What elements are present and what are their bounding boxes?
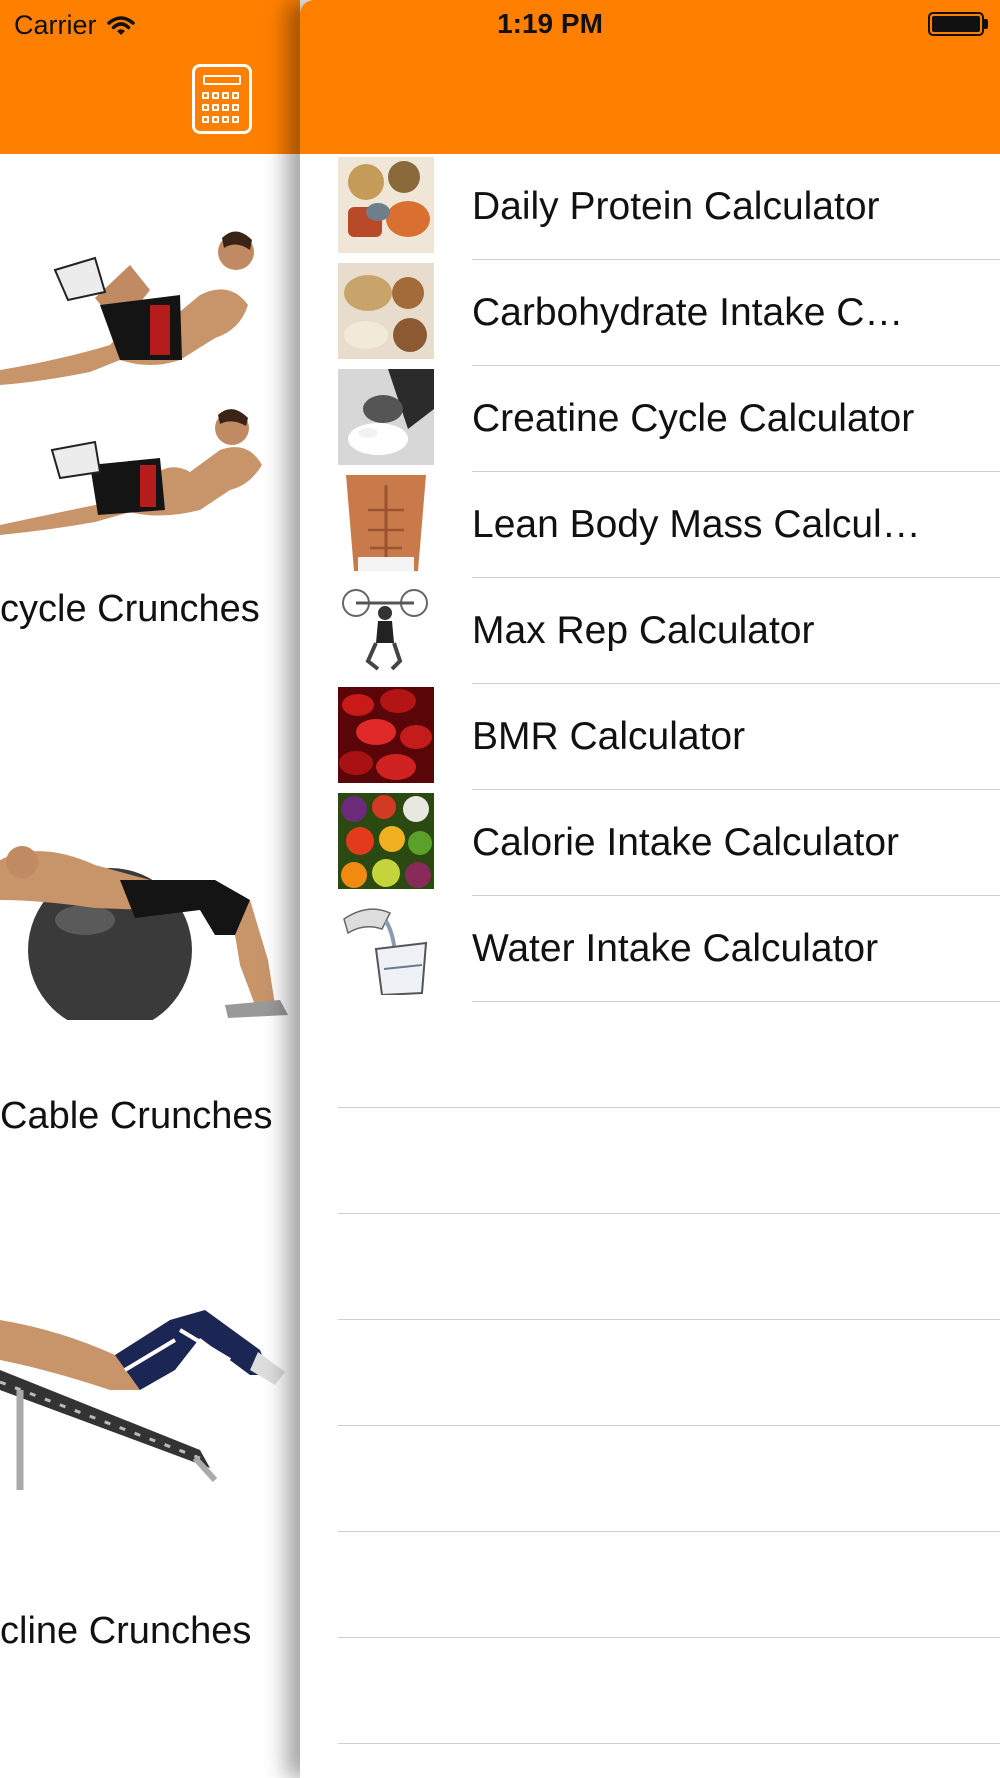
carrier-label: Carrier (14, 10, 97, 40)
calculator-row-max-rep[interactable]: Max Rep Calculator (300, 578, 1000, 684)
abs-torso-photo (338, 475, 434, 571)
calculator-menu-panel: 1:19 PM Daily Protein Calculator Carbohy… (300, 0, 1000, 1778)
status-time: 1:19 PM (497, 8, 603, 39)
calculator-key (202, 116, 209, 123)
left-nav-bar: Carrier (0, 0, 300, 154)
calculator-label: Max Rep Calculator (472, 609, 815, 652)
fruits-vegetables-photo (338, 793, 434, 889)
calculator-label: BMR Calculator (472, 715, 746, 758)
exercise-label: Cable Crunches (0, 1095, 273, 1137)
wifi-icon (106, 15, 135, 35)
calculator-key (212, 116, 219, 123)
row-separator (472, 1001, 1000, 1002)
empty-row-separator (338, 1319, 1000, 1320)
calculator-icon[interactable] (192, 64, 252, 134)
exercise-item-bicycle-crunches[interactable]: cycle Crunches (0, 210, 300, 640)
calculator-label: Carbohydrate Intake C… (472, 291, 904, 334)
creatine-scoop-photo (338, 369, 434, 465)
right-nav-bar: 1:19 PM (300, 0, 1000, 154)
calculator-row-daily-protein[interactable]: Daily Protein Calculator (300, 154, 1000, 260)
empty-row-separator (338, 1107, 1000, 1108)
calculator-label: Calorie Intake Calculator (472, 821, 900, 864)
exercise-item-incline-crunches[interactable]: cline Crunches (0, 1300, 300, 1660)
empty-row-separator (338, 1425, 1000, 1426)
row-separator (472, 895, 1000, 896)
ball-crunch-photo (0, 846, 288, 1020)
empty-row-separator (338, 1531, 1000, 1532)
empty-row-separator (338, 1213, 1000, 1214)
calculator-key (202, 104, 209, 111)
calculator-label: Creatine Cycle Calculator (472, 397, 915, 440)
row-separator (472, 471, 1000, 472)
calculator-key (232, 92, 239, 99)
calculator-row-water-intake[interactable]: Water Intake Calculator (300, 896, 1000, 1002)
calculator-key (232, 116, 239, 123)
battery-icon (928, 12, 984, 36)
squat-lifter-illustration (338, 581, 434, 677)
carrier-status: Carrier (14, 10, 135, 41)
calculator-row-calorie-intake[interactable]: Calorie Intake Calculator (300, 790, 1000, 896)
calculator-key (222, 104, 229, 111)
battery-tip (984, 19, 988, 29)
water-glass-illustration (338, 899, 434, 995)
calculator-key (212, 92, 219, 99)
calculator-row-carbohydrate-intake[interactable]: Carbohydrate Intake C… (300, 260, 1000, 366)
blood-cells-photo (338, 687, 434, 783)
exercise-label: cline Crunches (0, 1610, 252, 1652)
calculator-label: Lean Body Mass Calcul… (472, 503, 921, 546)
empty-row-separator (338, 1743, 1000, 1744)
row-separator (472, 365, 1000, 366)
protein-food-photo (338, 157, 434, 253)
calculator-row-creatine-cycle[interactable]: Creatine Cycle Calculator (300, 366, 1000, 472)
calculator-label: Water Intake Calculator (472, 927, 879, 970)
exercise-item-cable-crunches[interactable]: Cable Crunches (0, 840, 300, 1140)
calculator-key (222, 116, 229, 123)
exercise-label: cycle Crunches (0, 588, 260, 630)
row-separator (472, 683, 1000, 684)
calculator-row-lean-body-mass[interactable]: Lean Body Mass Calcul… (300, 472, 1000, 578)
exercise-panel: Carrier cycle Crunches Cable Crunches cl… (0, 0, 300, 1778)
bicycle-crunch-photo (0, 231, 262, 535)
calculator-key (212, 104, 219, 111)
carbohydrate-food-photo (338, 263, 434, 359)
empty-row-separator (338, 1637, 1000, 1638)
row-separator (472, 789, 1000, 790)
calculator-label: Daily Protein Calculator (472, 185, 880, 228)
incline-crunch-photo (0, 1310, 285, 1490)
row-separator (472, 577, 1000, 578)
row-separator (472, 259, 1000, 260)
calculator-key (222, 92, 229, 99)
calculator-key (232, 104, 239, 111)
calculator-row-bmr[interactable]: BMR Calculator (300, 684, 1000, 790)
calculator-key (202, 92, 209, 99)
